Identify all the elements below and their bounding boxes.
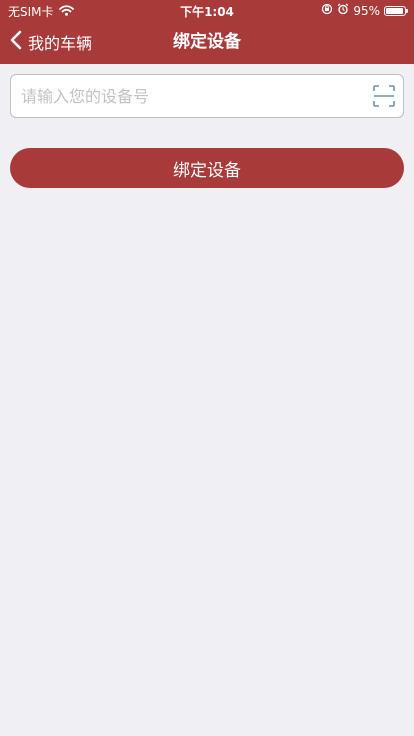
battery-icon (384, 5, 408, 16)
battery-percent: 95% (353, 3, 380, 18)
status-bar: 无SIM卡 下午1:04 95% (0, 0, 414, 20)
scan-icon[interactable] (373, 85, 395, 107)
battery-fill (386, 7, 404, 14)
alarm-icon (337, 3, 349, 18)
nav-bar: 我的车辆 绑定设备 (0, 20, 414, 64)
header-bar: 无SIM卡 下午1:04 95% 我的车辆 绑定设备 (0, 0, 414, 64)
page-title: 绑定设备 (173, 32, 241, 52)
rotation-lock-icon (321, 3, 333, 18)
bind-device-button[interactable]: 绑定设备 (10, 148, 404, 188)
status-right: 95% (321, 3, 408, 18)
device-number-field (10, 74, 404, 118)
device-number-input[interactable] (11, 75, 361, 117)
